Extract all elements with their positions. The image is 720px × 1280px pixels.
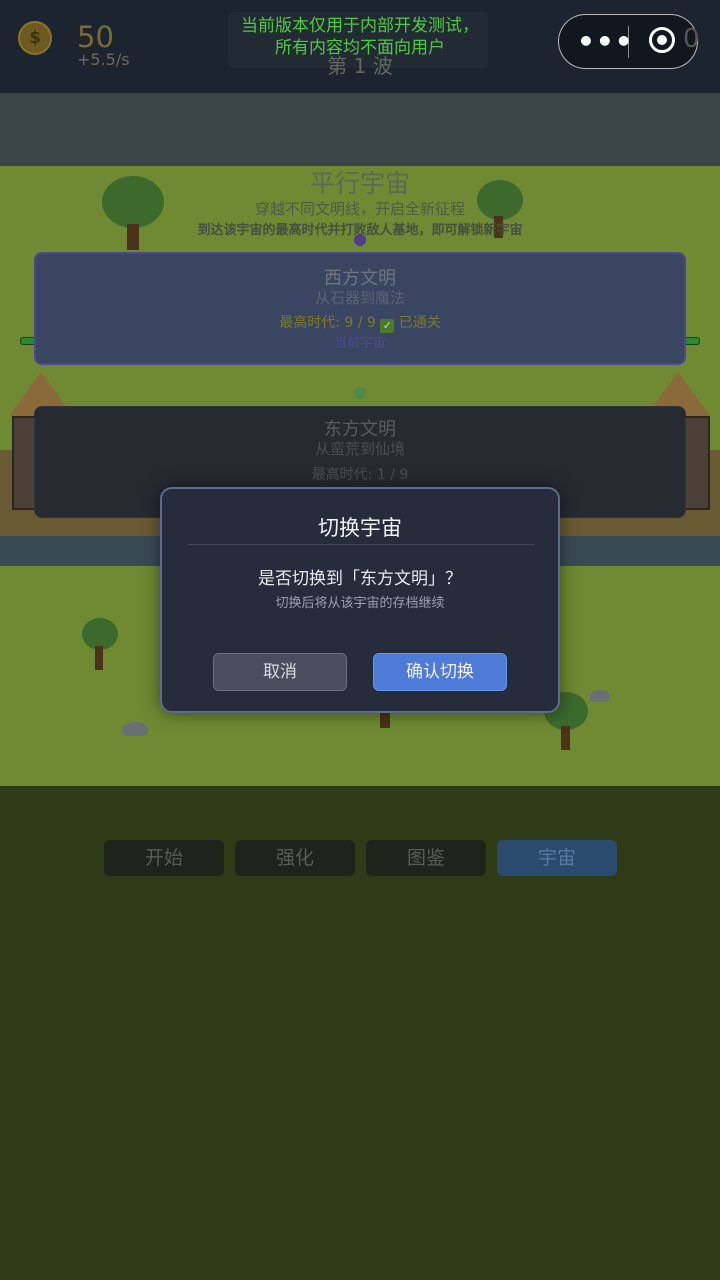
dialog-divider <box>188 544 534 545</box>
universe-node-east <box>354 387 366 399</box>
universe-card-era: 最高时代: 1 / 9 <box>311 467 409 483</box>
cancel-button[interactable]: 取消 <box>213 653 347 691</box>
universe-subtitle: 穿越不同文明线，开启全新征程 <box>254 200 465 218</box>
tab-start[interactable]: 开始 <box>104 840 224 876</box>
universe-card-era: 最高时代: 9 / 9 ✓ 已通关 <box>36 312 684 333</box>
sky-band <box>0 93 720 166</box>
rock <box>590 690 610 702</box>
rock <box>122 722 148 736</box>
checkmark-icon: ✓ <box>380 319 395 333</box>
universe-title: 平行宇宙 <box>309 169 410 198</box>
more-icon[interactable]: ••• <box>577 19 633 64</box>
universe-card-west[interactable]: 西方文明 从石器到魔法 最高时代: 9 / 9 ✓ 已通关 当前宇宙 <box>34 252 686 365</box>
dialog-question: 是否切换到「东方文明」？ <box>258 569 462 589</box>
universe-node-west <box>354 234 366 246</box>
dialog-note: 切换后将从该宇宙的存档继续 <box>275 596 445 611</box>
tab-upgrade[interactable]: 强化 <box>235 840 355 876</box>
era-progress: 最高时代: 9 / 9 <box>279 315 376 331</box>
tab-universe[interactable]: 宇宙 <box>497 840 617 876</box>
tree-trunk-stub <box>380 712 390 728</box>
hidden-counter: 0 <box>683 24 700 54</box>
cleared-label: 已通关 <box>398 315 441 331</box>
tab-codex[interactable]: 图鉴 <box>366 840 486 876</box>
universe-card-desc: 从蛮荒到仙境 <box>314 440 405 458</box>
current-universe-badge: 当前宇宙 <box>333 336 386 351</box>
universe-card-desc: 从石器到魔法 <box>314 289 405 307</box>
dialog-title: 切换宇宙 <box>318 516 402 540</box>
capsule-divider <box>628 26 629 58</box>
close-miniprogram-dot <box>657 35 667 45</box>
switch-universe-dialog: 切换宇宙 是否切换到「东方文明」？ 切换后将从该宇宙的存档继续 取消 确认切换 <box>160 487 560 713</box>
confirm-switch-button[interactable]: 确认切换 <box>373 653 507 691</box>
